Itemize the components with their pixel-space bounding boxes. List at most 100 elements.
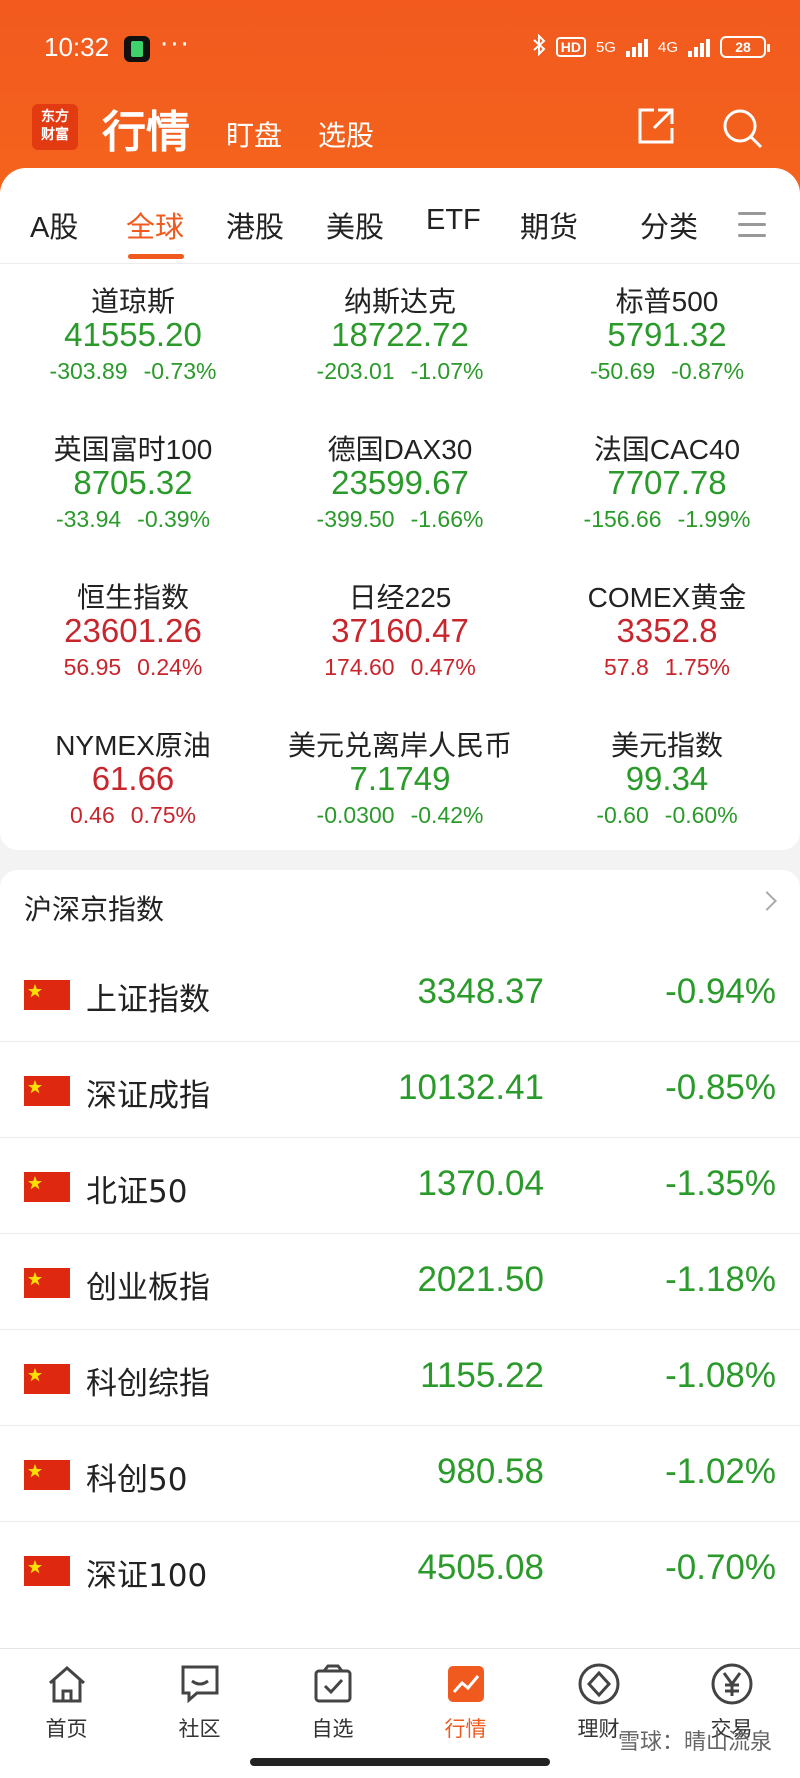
nav-home[interactable]: 首页: [0, 1661, 133, 1743]
tab-hk[interactable]: 港股: [226, 204, 284, 246]
index-name: 上证指数: [86, 982, 210, 1018]
index-name: 科创综指: [86, 1366, 210, 1402]
stock-picker-tab[interactable]: 选股: [318, 114, 374, 154]
index-pct: -0.42%: [410, 802, 484, 828]
index-change: -33.94: [55, 506, 122, 532]
bluetooth-icon: [532, 33, 546, 60]
active-tab-indicator: [128, 254, 184, 259]
index-name: 英国富时100: [53, 434, 213, 465]
index-cell[interactable]: 道琼斯 41555.20 -303.89 -0.73%: [0, 280, 266, 385]
index-price: 2021.50: [417, 1260, 544, 1299]
index-cell[interactable]: 德国DAX30 23599.67 -399.50 -1.66%: [267, 428, 533, 533]
index-pct: -0.73%: [143, 358, 217, 384]
index-pct: 0.75%: [130, 802, 196, 828]
watch-tab[interactable]: 盯盘: [226, 114, 282, 154]
network-5g-label: 5G: [595, 38, 616, 56]
index-change: 0.46: [70, 802, 115, 828]
signal-icon-2: [688, 37, 710, 57]
index-name: 创业板指: [86, 1270, 210, 1306]
nav-watchlist[interactable]: 自选: [266, 1661, 399, 1743]
index-value: 37160.47: [331, 612, 469, 649]
index-price: 10132.41: [398, 1068, 544, 1107]
index-pct: 0.47%: [410, 654, 476, 680]
table-row[interactable]: 科创综指 1155.22 -1.08%: [0, 1330, 800, 1426]
index-name: 北证50: [86, 1174, 188, 1210]
index-value: 5791.32: [607, 316, 727, 353]
index-cell[interactable]: 纳斯达克 18722.72 -203.01 -1.07%: [267, 280, 533, 385]
table-row[interactable]: 深证成指 10132.41 -0.85%: [0, 1042, 800, 1138]
table-row[interactable]: 北证50 1370.04 -1.35%: [0, 1138, 800, 1234]
china-flag-icon: [24, 1460, 70, 1490]
index-pct: -0.85%: [665, 1068, 776, 1107]
index-cell[interactable]: COMEX黄金 3352.8 57.8 1.75%: [534, 576, 800, 681]
index-value: 41555.20: [64, 316, 202, 353]
index-pct: -1.35%: [665, 1164, 776, 1203]
home-icon: [44, 1661, 90, 1707]
index-change: -0.60: [596, 802, 649, 828]
tab-us[interactable]: 美股: [326, 204, 384, 246]
nav-label: 首页: [45, 1717, 88, 1741]
chat-icon: [177, 1661, 223, 1707]
index-price: 3348.37: [417, 972, 544, 1011]
hd-voice-badge: HD: [555, 37, 586, 57]
index-change: 174.60: [324, 654, 395, 680]
index-price: 1370.04: [417, 1164, 544, 1203]
search-icon[interactable]: [720, 106, 764, 150]
home-indicator[interactable]: [250, 1758, 550, 1766]
page-title[interactable]: 行情: [102, 96, 190, 160]
nav-market[interactable]: 行情: [399, 1661, 532, 1743]
china-flag-icon: [24, 1268, 70, 1298]
battery-icon: 28: [720, 36, 770, 58]
tab-global[interactable]: 全球: [126, 204, 184, 246]
app-header: 东方 财富 行情 盯盘 选股: [0, 92, 800, 162]
index-name: 深证100: [86, 1558, 208, 1594]
section-title[interactable]: 沪深京指数: [24, 888, 164, 928]
table-row[interactable]: 上证指数 3348.37 -0.94%: [0, 946, 800, 1042]
market-chart-icon: [443, 1661, 489, 1707]
index-value: 7707.78: [607, 464, 727, 501]
share-icon[interactable]: [636, 106, 676, 146]
index-change: -0.0300: [316, 802, 395, 828]
index-pct: -0.94%: [665, 972, 776, 1011]
index-cell[interactable]: 美元兑离岸人民币 7.1749 -0.0300 -0.42%: [267, 724, 533, 829]
logo-line2: 财富: [41, 127, 69, 143]
index-cell[interactable]: 美元指数 99.34 -0.60 -0.60%: [534, 724, 800, 829]
index-change-line: -0.60 -0.60%: [534, 802, 800, 829]
index-name: 美元兑离岸人民币: [287, 730, 512, 761]
logo-line1: 东方: [41, 109, 69, 125]
index-value: 23599.67: [331, 464, 469, 501]
app-logo[interactable]: 东方 财富: [32, 104, 78, 150]
index-pct: -1.07%: [410, 358, 484, 384]
watermark-text: 雪球：晴山流泉: [617, 1730, 772, 1755]
index-cell[interactable]: 法国CAC40 7707.78 -156.66 -1.99%: [534, 428, 800, 533]
chevron-right-icon[interactable]: [757, 891, 777, 911]
status-bar: 10:32 ··· HD 5G 4G 28: [0, 28, 800, 70]
menu-icon[interactable]: [738, 212, 766, 245]
index-change-line: -0.0300 -0.42%: [267, 802, 533, 829]
table-row[interactable]: 深证100 4505.08 -0.70%: [0, 1522, 800, 1618]
index-name: COMEX黄金: [587, 582, 747, 613]
index-change-line: -203.01 -1.07%: [267, 358, 533, 385]
index-pct: -1.08%: [665, 1356, 776, 1395]
index-change-line: 57.8 1.75%: [534, 654, 800, 681]
tab-etf[interactable]: ETF: [426, 204, 481, 237]
tab-a-shares[interactable]: A股: [30, 204, 78, 246]
network-4g-label: 4G: [657, 38, 678, 56]
index-cell[interactable]: 日经225 37160.47 174.60 0.47%: [267, 576, 533, 681]
nav-label: 社区: [178, 1717, 221, 1741]
status-time: 10:32: [44, 32, 110, 62]
tab-futures[interactable]: 期货: [520, 204, 578, 246]
index-cell[interactable]: 恒生指数 23601.26 56.95 0.24%: [0, 576, 266, 681]
index-change: -203.01: [316, 358, 395, 384]
index-name: 法国CAC40: [593, 434, 741, 465]
nav-community[interactable]: 社区: [133, 1661, 266, 1743]
index-cell[interactable]: NYMEX原油 61.66 0.46 0.75%: [0, 724, 266, 829]
index-change: 57.8: [604, 654, 649, 680]
china-flag-icon: [24, 1076, 70, 1106]
tab-category[interactable]: 分类: [640, 204, 698, 246]
index-cell[interactable]: 标普500 5791.32 -50.69 -0.87%: [534, 280, 800, 385]
index-change-line: 0.46 0.75%: [0, 802, 266, 829]
index-cell[interactable]: 英国富时100 8705.32 -33.94 -0.39%: [0, 428, 266, 533]
table-row[interactable]: 创业板指 2021.50 -1.18%: [0, 1234, 800, 1330]
table-row[interactable]: 科创50 980.58 -1.02%: [0, 1426, 800, 1522]
